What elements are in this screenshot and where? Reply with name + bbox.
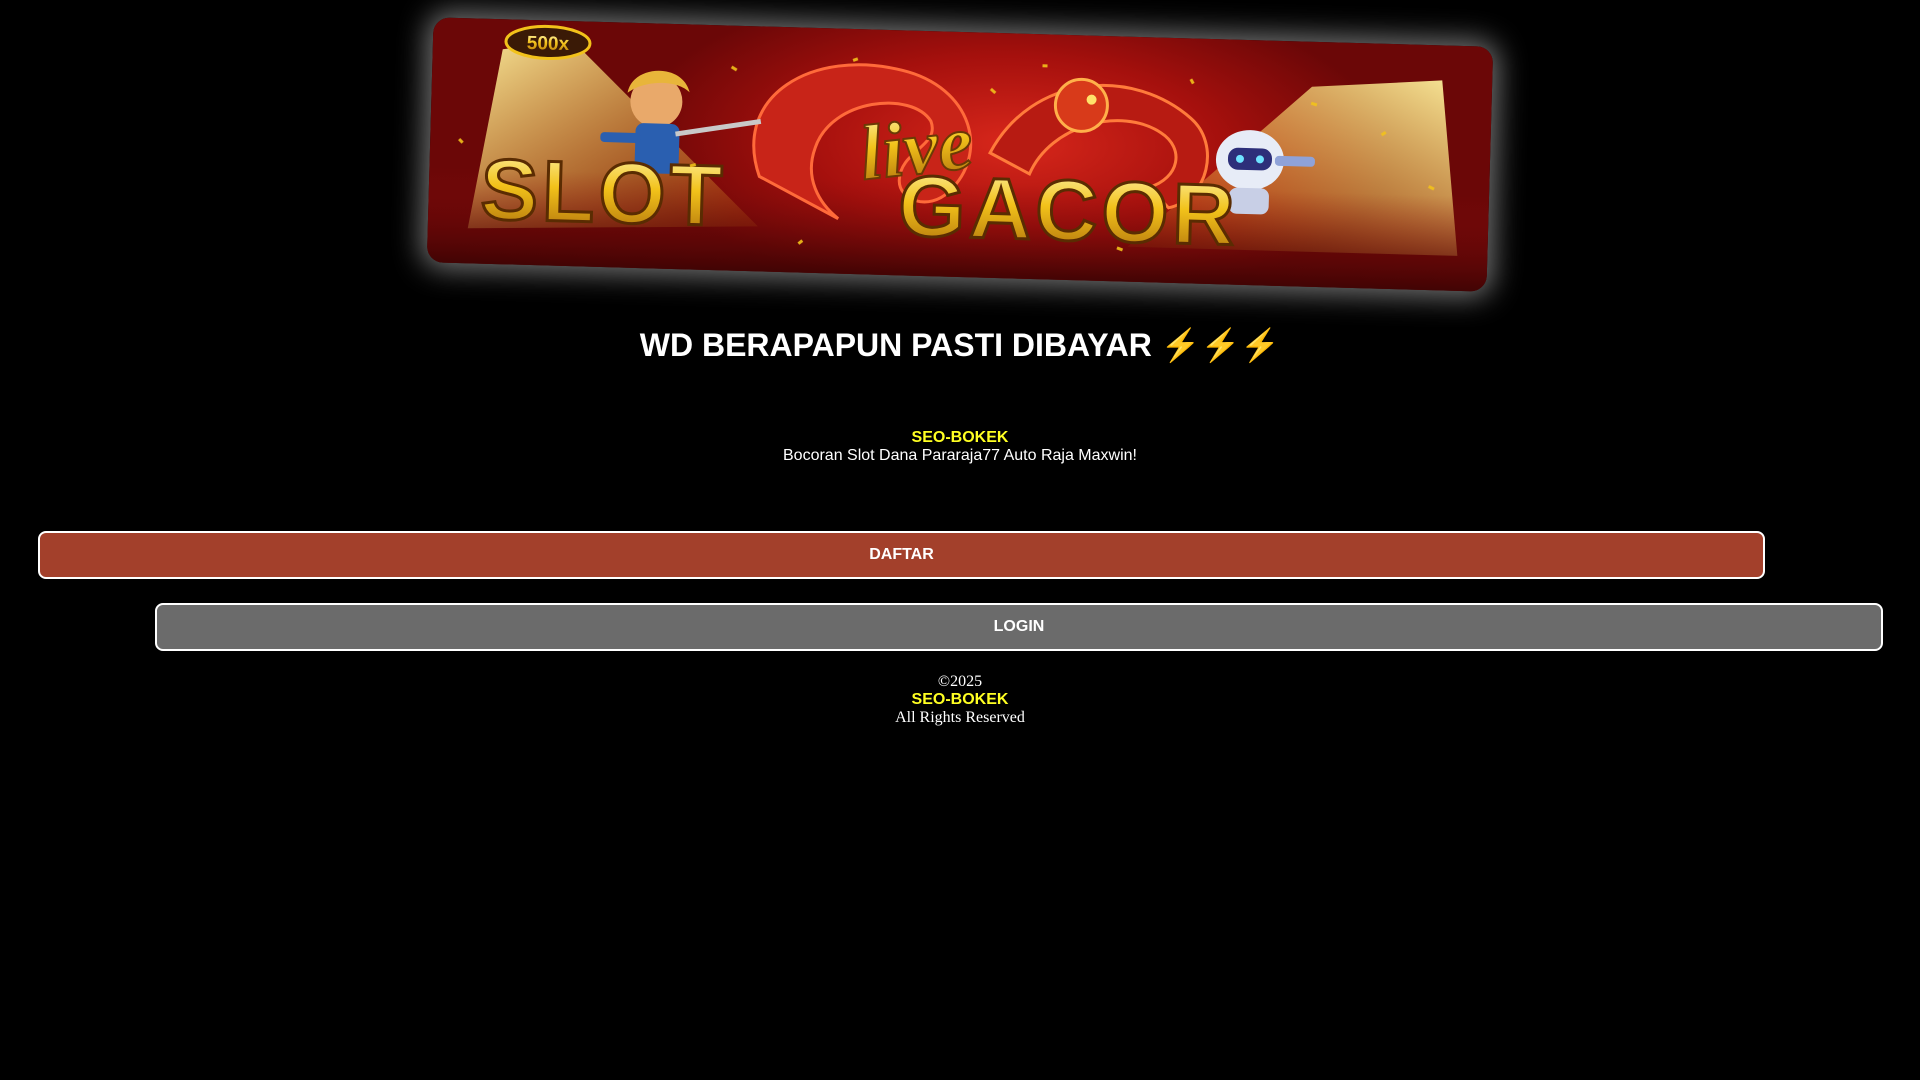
headline: WD BERAPAPUN PASTI DIBAYAR ⚡⚡⚡ — [0, 326, 1920, 364]
banner-image: 500x live SLOT GACOR — [426, 17, 1494, 292]
footer-brand: SEO-BOKEK — [911, 691, 1009, 708]
multiplier-badge: 500x — [504, 24, 592, 60]
page: 500x live SLOT GACOR WD BERAPAPUN PASTI … — [0, 0, 1920, 1080]
banner-art: 500x live SLOT GACOR — [426, 24, 1490, 292]
banner-title-left: SLOT — [479, 142, 727, 245]
lightning-bolt-icon: ⚡⚡⚡ — [1160, 327, 1281, 363]
login-button[interactable]: LOGIN — [155, 603, 1883, 651]
banner-title-right: GACOR — [897, 158, 1240, 263]
svg-text:500x: 500x — [527, 33, 570, 55]
brand-name: SEO-BOKEK — [911, 429, 1009, 446]
footer-copyright: ©2025 — [937, 673, 983, 690]
daftar-button[interactable]: DAFTAR — [38, 531, 1765, 579]
daftar-button-label: DAFTAR — [869, 546, 934, 563]
login-button-label: LOGIN — [993, 618, 1045, 635]
footer-rights: All Rights Reserved — [895, 709, 1025, 726]
banner: 500x live SLOT GACOR — [420, 17, 1500, 304]
tagline: Bocoran Slot Dana Pararaja77 Auto Raja M… — [783, 447, 1137, 464]
footer: ©2025 SEO-BOKEK All Rights Reserved — [0, 673, 1920, 727]
headline-text: WD BERAPAPUN PASTI DIBAYAR — [639, 327, 1152, 363]
